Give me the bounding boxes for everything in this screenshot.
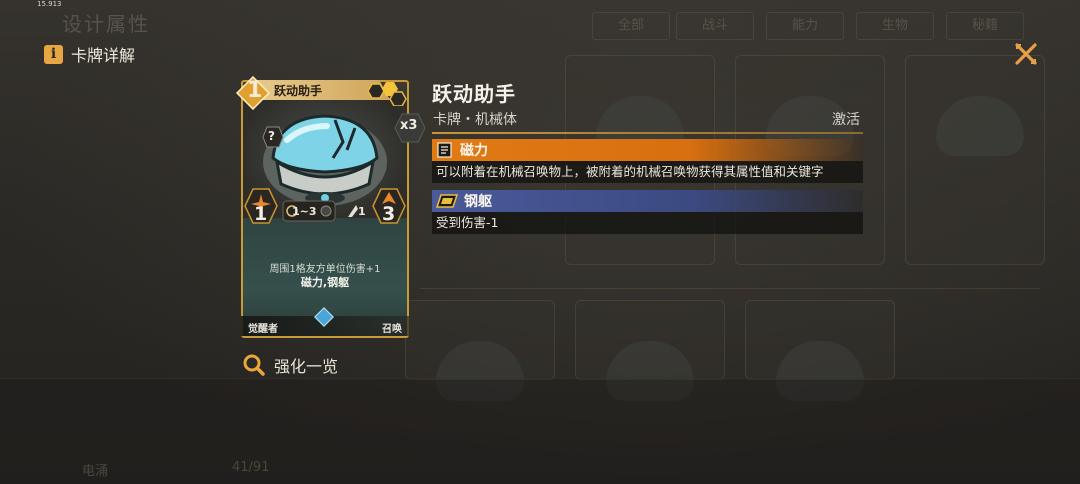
- fps-counter: 15.913: [37, 0, 62, 8]
- keyword-header: 磁力: [432, 139, 863, 161]
- background-card: [575, 300, 725, 401]
- background-tab-all: 全部: [592, 12, 670, 40]
- background-divider: [420, 288, 1040, 289]
- background-tab-secret: 秘籍: [946, 12, 1024, 40]
- detail-type-line: 卡牌・机械体: [433, 112, 517, 128]
- card-keywords: 磁力,钢躯: [300, 276, 350, 289]
- keyword-header: 钢躯: [432, 190, 863, 212]
- keyword-title: 钢躯: [464, 194, 492, 210]
- card-cost: 1: [247, 78, 263, 103]
- card-category: 召唤: [382, 324, 402, 335]
- rarity-hex-icon: [367, 82, 407, 106]
- card-description: 周围1格友方单位伤害+1: [269, 264, 381, 275]
- background-card: [905, 55, 1045, 265]
- search-icon: [243, 354, 265, 376]
- close-button[interactable]: [1012, 40, 1040, 68]
- card-name: 跃动助手: [274, 84, 323, 98]
- keyword-block-magnetic: 磁力 可以附着在机械召唤物上，被附着的机械召唤物获得其属性值和关键字: [432, 139, 863, 183]
- keyword-block-steel-body: 钢躯 受到伤害-1: [432, 190, 863, 234]
- keyword-description: 受到伤害-1: [432, 212, 863, 234]
- card-detail-header: i 卡牌详解: [44, 42, 135, 66]
- background-bottom-label: 电涌: [82, 464, 109, 479]
- keyword-description: 可以附着在机械召唤物上，被附着的机械召唤物获得其属性值和关键字: [432, 161, 863, 183]
- card-range: 1~3: [292, 205, 317, 218]
- armor-plate-icon: [436, 194, 458, 208]
- unknown-slot-marker: ?: [268, 129, 275, 143]
- close-x-icon: [1015, 43, 1037, 65]
- detail-divider: [432, 132, 863, 134]
- background-title: 设计属性: [62, 12, 150, 36]
- background-tab-battle: 战斗: [676, 12, 754, 40]
- background-tab-ability: 能力: [766, 12, 844, 40]
- keyword-title: 磁力: [460, 143, 488, 159]
- background-bottom-bar: [0, 378, 1080, 484]
- background-scene: 设计属性 全部 战斗 能力 生物 秘籍 电涌 41/91: [0, 0, 1080, 484]
- background-card: [745, 300, 895, 401]
- background-card: [405, 300, 555, 401]
- card-class: 觉醒者: [248, 324, 278, 335]
- document-icon: [437, 142, 452, 158]
- card-health: 3: [382, 203, 396, 225]
- card-detail-title: 卡牌详解: [71, 46, 136, 65]
- card-mini-value: 1: [358, 205, 366, 218]
- enhance-overview-label: 强化一览: [274, 357, 339, 376]
- detail-status: 激活: [832, 112, 860, 128]
- detail-card-name: 跃动助手: [432, 82, 516, 106]
- background-tab-creature: 生物: [856, 12, 934, 40]
- card-attack: 1: [254, 203, 268, 225]
- background-bottom-count: 41/91: [232, 460, 270, 475]
- enhance-overview-button[interactable]: 强化一览: [242, 353, 338, 377]
- info-icon: i: [44, 44, 63, 64]
- card-count: x3: [400, 118, 418, 133]
